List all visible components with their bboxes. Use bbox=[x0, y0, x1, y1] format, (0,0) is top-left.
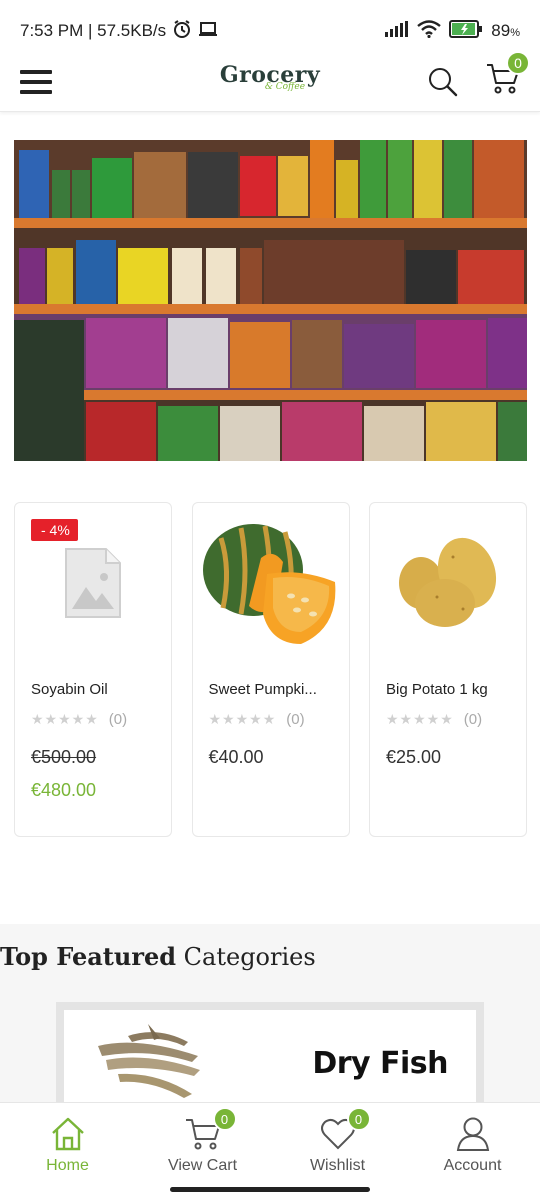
wifi-icon bbox=[417, 19, 442, 43]
dry-fish-image bbox=[98, 1024, 200, 1098]
home-icon bbox=[50, 1115, 86, 1153]
product-rating: ★★★★★ (0) bbox=[209, 711, 305, 728]
potato-image bbox=[378, 513, 518, 653]
nav-label: View Cart bbox=[167, 1157, 238, 1174]
product-price: €25.00 bbox=[386, 747, 442, 767]
product-card-big-potato[interactable]: Big Potato 1 kg ★★★★★ (0) €25.00 bbox=[369, 502, 527, 837]
pumpkin-image bbox=[201, 513, 341, 653]
hamburger-menu-icon[interactable] bbox=[20, 68, 52, 96]
header-actions: 0 bbox=[428, 51, 530, 100]
search-icon[interactable] bbox=[428, 67, 458, 97]
heart-icon: 0 bbox=[320, 1107, 371, 1153]
alarm-icon bbox=[172, 19, 192, 44]
product-list: - 4% Soyabin Oil ★★★★★ (0) €500.00 €480.… bbox=[14, 502, 527, 837]
promo-banner-image[interactable] bbox=[14, 140, 527, 461]
wishlist-badge: 0 bbox=[346, 1107, 371, 1131]
logo[interactable]: Grocery & Coffee bbox=[220, 62, 320, 92]
cart-icon: 0 bbox=[185, 1107, 237, 1153]
product-name[interactable]: Soyabin Oil bbox=[31, 681, 161, 698]
product-price: €40.00 bbox=[208, 747, 264, 767]
battery-unit: % bbox=[510, 27, 520, 39]
nav-label: Home bbox=[46, 1157, 89, 1174]
original-price: €500.00 bbox=[31, 747, 97, 767]
review-count: (0) bbox=[286, 711, 305, 728]
sale-price: €480.00 bbox=[31, 780, 97, 800]
section-title-bold: Top Featured bbox=[0, 942, 177, 971]
product-card-soyabin-oil[interactable]: - 4% Soyabin Oil ★★★★★ (0) €500.00 €480.… bbox=[14, 502, 172, 837]
status-left: 7:53 PM | 57.5KB/s bbox=[20, 19, 218, 44]
cart-button[interactable]: 0 bbox=[486, 51, 530, 100]
star-rating-icon: ★★★★★ bbox=[31, 711, 99, 727]
product-card-sweet-pumpkin[interactable]: Sweet Pumpki... ★★★★★ (0) €40.00 bbox=[191, 502, 350, 837]
category-card-inner: Dry Fish bbox=[64, 1010, 476, 1104]
category-card-dry-fish[interactable]: Dry Fish bbox=[56, 1002, 484, 1112]
product-rating: ★★★★★ (0) bbox=[31, 711, 127, 728]
product-name[interactable]: Sweet Pumpki... bbox=[209, 681, 339, 698]
product-name[interactable]: Big Potato 1 kg bbox=[386, 681, 516, 698]
status-right: 89% bbox=[385, 19, 520, 43]
review-count: (0) bbox=[108, 711, 128, 728]
bottom-navigation: Home 0 View Cart 0 Wishlist Account bbox=[0, 1102, 540, 1200]
nav-account[interactable]: Account bbox=[413, 1115, 533, 1200]
battery-level: 89% bbox=[491, 21, 520, 41]
user-icon bbox=[456, 1115, 490, 1153]
section-title: Top Featured Categories bbox=[0, 942, 316, 971]
battery-value: 89 bbox=[491, 21, 511, 40]
grocery-shelves-illustration bbox=[14, 140, 527, 461]
status-time: 7:53 PM | 57.5KB/s bbox=[20, 21, 167, 40]
nav-label: Account bbox=[443, 1157, 502, 1174]
nav-home[interactable]: Home bbox=[8, 1115, 128, 1200]
battery-icon bbox=[449, 19, 483, 43]
sale-badge: - 4% bbox=[31, 519, 78, 541]
star-rating-icon: ★★★★★ bbox=[386, 711, 454, 727]
nav-label: Wishlist bbox=[309, 1157, 366, 1174]
section-title-light: Categories bbox=[183, 943, 316, 971]
signal-icon bbox=[385, 20, 409, 42]
review-count: (0) bbox=[463, 711, 483, 728]
cart-count-badge: 0 bbox=[506, 51, 530, 75]
star-rating-icon: ★★★★★ bbox=[208, 711, 277, 727]
featured-categories-section: Top Featured Categories Dry Fish bbox=[0, 924, 540, 1112]
cart-badge: 0 bbox=[212, 1107, 237, 1131]
category-label: Dry Fish bbox=[312, 1046, 448, 1081]
laptop-icon bbox=[198, 21, 218, 42]
home-indicator[interactable] bbox=[170, 1187, 370, 1192]
product-rating: ★★★★★ (0) bbox=[386, 711, 482, 728]
app-header: Grocery & Coffee 0 bbox=[0, 51, 540, 112]
